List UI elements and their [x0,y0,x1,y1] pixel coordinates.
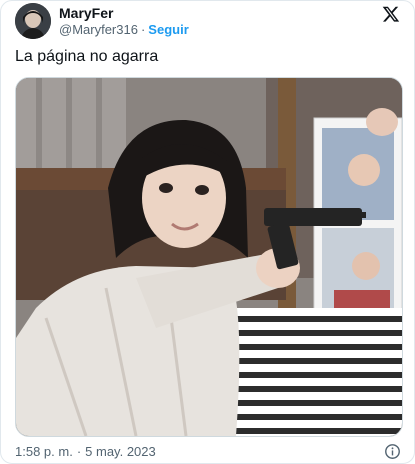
tweet-header: MaryFer @Maryfer316 · Seguir [15,3,400,41]
author-names: MaryFer @Maryfer316 · Seguir [59,5,189,38]
media-illustration [16,78,402,436]
x-logo-icon[interactable] [382,5,400,23]
follow-button[interactable]: Seguir [148,22,188,37]
avatar[interactable] [15,3,51,39]
author-display-name[interactable]: MaryFer [59,5,189,22]
timestamp-time: 1:58 p. m. [15,444,73,459]
tweet-text: La página no agarra [15,48,159,65]
tweet-timestamp[interactable]: 1:58 p. m. · 5 may. 2023 [15,444,156,459]
info-icon[interactable] [384,443,401,460]
handle-separator: · [140,22,146,37]
author-handle[interactable]: @Maryfer316 [59,22,138,37]
author-handle-row: @Maryfer316 · Seguir [59,22,189,38]
avatar-image [15,3,51,39]
tweet-media-image[interactable] [15,77,403,437]
tweet-card: MaryFer @Maryfer316 · Seguir La página no … [0,0,415,464]
timestamp-date: 5 may. 2023 [85,444,156,459]
tweet-footer: 1:58 p. m. · 5 may. 2023 [15,443,401,461]
timestamp-separator: · [76,444,82,459]
